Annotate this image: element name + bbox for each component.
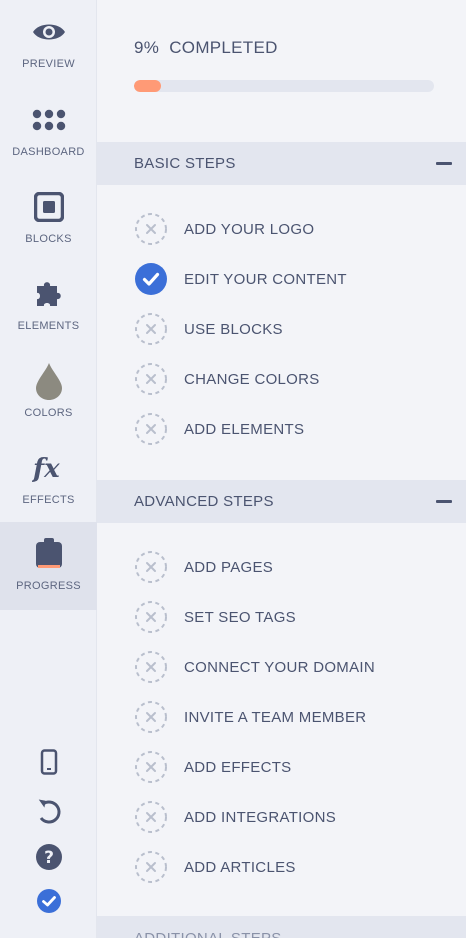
sidebar-item-effects[interactable]: fx EFFECTS xyxy=(0,436,97,522)
step-item[interactable]: ADD ARTICLES xyxy=(134,850,454,884)
clipboard-progress-icon xyxy=(35,534,63,574)
sidebar-item-label: ELEMENTS xyxy=(17,320,80,332)
mobile-icon[interactable] xyxy=(0,745,97,779)
sidebar-item-progress[interactable]: PROGRESS xyxy=(0,522,97,610)
step-label: ADD INTEGRATIONS xyxy=(184,808,337,826)
help-icon[interactable]: ? xyxy=(0,840,97,874)
blocks-square-icon xyxy=(33,187,64,227)
pending-step-icon xyxy=(134,800,168,834)
step-label: ADD EFFECTS xyxy=(184,758,292,776)
sidebar-item-blocks[interactable]: BLOCKS xyxy=(0,175,97,261)
pending-step-icon xyxy=(134,550,168,584)
step-label: ADD PAGES xyxy=(184,558,274,576)
sidebar-item-preview[interactable]: PREVIEW xyxy=(0,0,97,86)
step-item[interactable]: ADD PAGES xyxy=(134,550,454,584)
step-item[interactable]: EDIT YOUR CONTENT xyxy=(134,262,454,296)
puzzle-icon xyxy=(33,274,65,314)
section-header-advanced-steps[interactable]: ADVANCED STEPS xyxy=(97,480,466,523)
eye-icon xyxy=(31,12,67,52)
undo-icon[interactable] xyxy=(0,795,97,829)
pending-step-icon xyxy=(134,412,168,446)
pending-step-icon xyxy=(134,600,168,634)
step-item[interactable]: INVITE A TEAM MEMBER xyxy=(134,700,454,734)
section-header-additional-steps[interactable]: ADDITIONAL STEPS xyxy=(97,916,466,938)
step-label: CHANGE COLORS xyxy=(184,370,320,388)
sidebar-item-dashboard[interactable]: DASHBOARD xyxy=(0,88,97,174)
step-label: ADD ARTICLES xyxy=(184,858,296,876)
step-label: ADD YOUR LOGO xyxy=(184,220,315,238)
sidebar-item-colors[interactable]: COLORS xyxy=(0,349,97,435)
step-item[interactable]: CHANGE COLORS xyxy=(134,362,454,396)
progress-label: 9% COMPLETED xyxy=(134,38,278,57)
check-done-icon xyxy=(134,262,168,296)
sidebar-item-label: DASHBOARD xyxy=(12,146,85,158)
check-circle-icon[interactable] xyxy=(0,884,97,918)
sidebar: PREVIEW DASHBOARD BLOCKS ELEMENTS COLORS… xyxy=(0,0,97,938)
step-label: INVITE A TEAM MEMBER xyxy=(184,708,367,726)
progress-bar-fill xyxy=(134,80,161,92)
pending-step-icon xyxy=(134,362,168,396)
svg-text:fx: fx xyxy=(32,454,60,484)
pending-step-icon xyxy=(134,650,168,684)
step-label: ADD ELEMENTS xyxy=(184,420,305,438)
pending-step-icon xyxy=(134,750,168,784)
step-label: EDIT YOUR CONTENT xyxy=(184,270,347,288)
sidebar-item-label: COLORS xyxy=(24,407,73,419)
sidebar-item-elements[interactable]: ELEMENTS xyxy=(0,262,97,348)
pending-step-icon xyxy=(134,312,168,346)
dots-grid-icon xyxy=(31,100,67,140)
step-label: CONNECT YOUR DOMAIN xyxy=(184,658,375,676)
pending-step-icon xyxy=(134,212,168,246)
collapse-icon[interactable] xyxy=(436,500,452,503)
progress-bar xyxy=(134,80,434,92)
sidebar-item-label: PREVIEW xyxy=(22,58,75,70)
section-title: BASIC STEPS xyxy=(134,155,236,172)
step-item[interactable]: SET SEO TAGS xyxy=(134,600,454,634)
step-item[interactable]: CONNECT YOUR DOMAIN xyxy=(134,650,454,684)
section-title: ADVANCED STEPS xyxy=(134,493,274,510)
step-label: SET SEO TAGS xyxy=(184,608,296,626)
step-label: USE BLOCKS xyxy=(184,320,283,338)
step-item[interactable]: ADD ELEMENTS xyxy=(134,412,454,446)
collapse-icon[interactable] xyxy=(436,162,452,165)
droplet-icon xyxy=(34,361,64,401)
svg-text:?: ? xyxy=(44,848,54,868)
step-item[interactable]: ADD EFFECTS xyxy=(134,750,454,784)
fx-icon: fx xyxy=(32,448,66,488)
pending-step-icon xyxy=(134,700,168,734)
progress-panel: 9% COMPLETED BASIC STEPS ADD YOUR LOGO ED… xyxy=(97,0,466,938)
sidebar-item-label: BLOCKS xyxy=(25,233,72,245)
section-title: ADDITIONAL STEPS xyxy=(134,930,282,938)
step-item[interactable]: USE BLOCKS xyxy=(134,312,454,346)
sidebar-item-label: EFFECTS xyxy=(22,494,75,506)
pending-step-icon xyxy=(134,850,168,884)
step-item[interactable]: ADD YOUR LOGO xyxy=(134,212,454,246)
step-item[interactable]: ADD INTEGRATIONS xyxy=(134,800,454,834)
sidebar-item-label: PROGRESS xyxy=(16,580,81,592)
section-header-basic-steps[interactable]: BASIC STEPS xyxy=(97,142,466,185)
